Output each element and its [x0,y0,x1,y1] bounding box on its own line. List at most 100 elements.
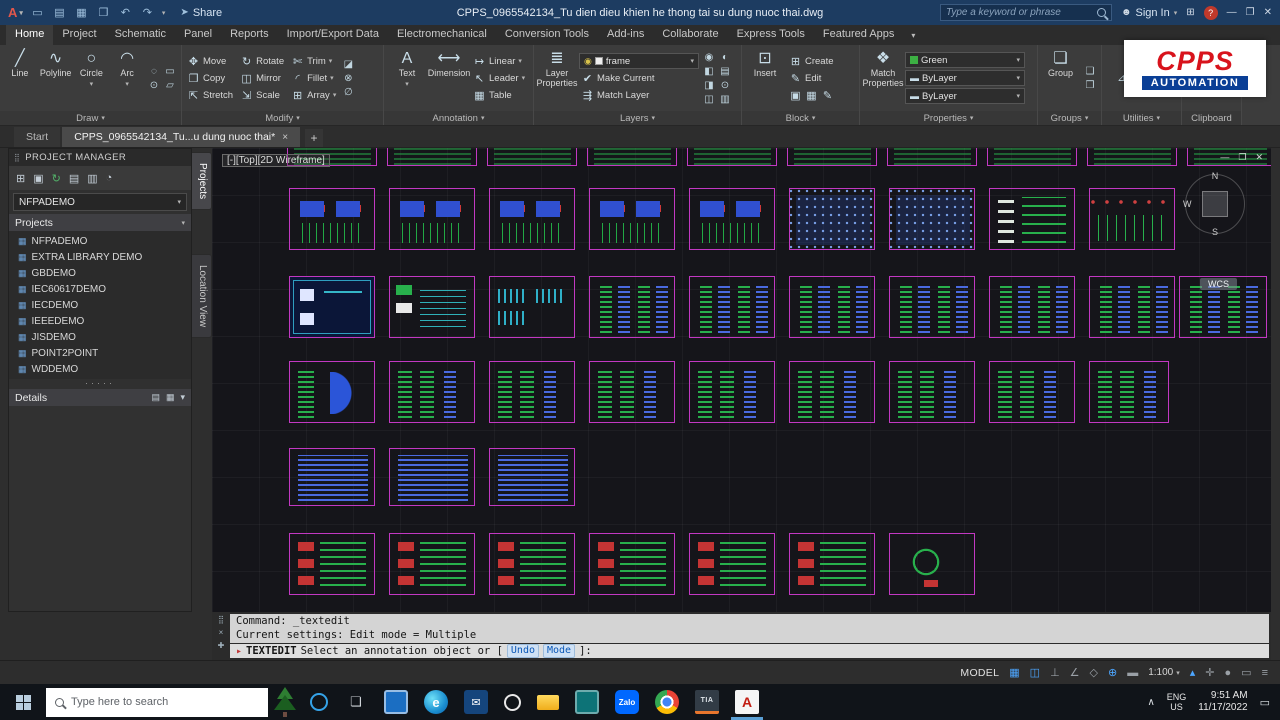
new-project-icon[interactable]: ⊞ [16,172,25,185]
draw-panel-label[interactable]: Draw ▾ [0,111,181,125]
redo-icon[interactable]: ↷ [140,6,155,19]
command-prompt[interactable]: ▸ TEXTEDIT Select an annotation object o… [230,644,1269,658]
project-item-iecdemo[interactable]: ▦ IECDEMO [9,297,191,313]
tab-active-drawing[interactable]: CPPS_0965542134_Tu...u dung nuoc thai* × [62,127,301,147]
drawing-thumbnail[interactable] [289,448,375,506]
drawing-thumbnail[interactable] [1087,148,1177,166]
language-indicator[interactable]: ENG US [1167,692,1187,712]
action-center-icon[interactable]: ▭ [1260,696,1270,709]
drawing-thumbnail[interactable] [1089,361,1169,423]
project-help-icon[interactable]: ◔ [106,172,113,184]
drawing-thumbnail[interactable] [389,533,475,595]
tray-expand-icon[interactable]: ∧ [1147,697,1154,708]
drawing-thumbnail[interactable] [289,276,375,338]
edit-block-button[interactable]: ✎ Edit [787,71,836,86]
annotation-scale-button[interactable]: 1:100 ▾ [1148,667,1180,678]
taskbar-search-input[interactable] [71,696,259,708]
drawing-thumbnail[interactable] [789,533,875,595]
viewcube-top-face[interactable] [1202,191,1228,217]
drawing-thumbnail[interactable] [989,361,1075,423]
offset-icon[interactable]: ∅ [342,87,354,98]
details-list-icon[interactable]: ▤ [151,392,160,403]
drawing-thumbnail[interactable] [289,533,375,595]
erase-icon[interactable]: ◪ [342,59,354,70]
tab-reports[interactable]: Reports [221,25,278,45]
mirror-button[interactable]: ◫ Mirror [238,71,286,86]
drawing-thumbnail[interactable] [989,276,1075,338]
wcs-badge[interactable]: WCS [1200,278,1237,290]
drawing-thumbnail[interactable] [789,361,875,423]
drawing-thumbnail[interactable] [389,361,475,423]
project-save-icon[interactable]: ▤ [69,172,79,185]
mail-app-icon[interactable]: ✉ [464,690,488,714]
project-item-extra-library-demo[interactable]: ▦ EXTRA LIBRARY DEMO [9,249,191,265]
drawing-thumbnail[interactable] [889,361,975,423]
rectangle-icon[interactable]: ▭ [164,66,176,77]
annotation-monitor-icon[interactable]: ● [1225,667,1232,679]
ortho-icon[interactable]: ⊥ [1050,666,1060,679]
trim-button[interactable]: ✄ Trim ▾ [289,54,338,69]
project-item-iec60617demo[interactable]: ▦ IEC60617DEMO [9,281,191,297]
project-item-nfpademo[interactable]: ▦ NFPADEMO [9,233,191,249]
scale-button[interactable]: ⇲ Scale [238,88,286,103]
palette-tab-projects[interactable]: Projects [192,152,212,211]
layer-freeze-icon[interactable]: ◐ [719,52,731,63]
layer-isolate-icon[interactable]: ▤ [719,66,731,77]
properties-panel-label[interactable]: Properties ▾ [860,111,1037,125]
drawing-thumbnail[interactable] [489,448,575,506]
match-layer-button[interactable]: ⇶ Match Layer [579,88,699,103]
command-close-icon[interactable]: × [219,628,224,637]
drawing-thumbnail[interactable] [689,361,775,423]
drawing-thumbnail[interactable] [489,533,575,595]
tab-conversion-tools[interactable]: Conversion Tools [496,25,598,45]
drawing-thumbnail[interactable] [687,148,777,166]
save-file-icon[interactable]: ▦ [74,6,89,19]
tab-collaborate[interactable]: Collaborate [653,25,727,45]
start-button[interactable] [0,684,46,720]
linetype-combo[interactable]: ▬ ByLayer ▾ [905,88,1025,104]
drawing-thumbnail[interactable] [1089,188,1175,250]
text-button[interactable]: A Text ▾ [387,47,427,109]
drawing-minimize-icon[interactable]: — [1220,152,1229,163]
project-settings-icon[interactable]: ▥ [87,172,97,185]
annotation-panel-label[interactable]: Annotation ▾ [384,111,533,125]
tab-project[interactable]: Project [53,25,105,45]
tab-home[interactable]: Home [6,25,54,45]
tia-portal-icon[interactable]: TIA [695,690,719,714]
project-item-wddemo[interactable]: ▦ WDDEMO [9,361,191,377]
drawing-thumbnail[interactable] [1089,276,1175,338]
open-file-icon[interactable]: ▤ [52,6,67,19]
drawing-thumbnail[interactable] [889,276,975,338]
drawing-thumbnail[interactable] [787,148,877,166]
viewcube-west[interactable]: W [1183,199,1192,209]
drawing-thumbnail[interactable] [587,148,677,166]
create-block-button[interactable]: ⊞ Create [787,54,836,69]
autocad-taskbar-icon[interactable]: A [731,690,763,720]
viewcube-north[interactable]: N [1212,171,1219,181]
drawing-canvas[interactable]: [-][Top][2D Wireframe] — ❐ ✕ N W S WCS [212,148,1271,612]
lineweight-icon[interactable]: ▬ [1127,667,1138,679]
drawing-thumbnail[interactable] [887,148,977,166]
drawing-thumbnail[interactable] [589,361,675,423]
groups-panel-label[interactable]: Groups ▾ [1038,111,1101,125]
close-tab-icon[interactable]: × [282,132,288,143]
drawing-thumbnail[interactable] [389,276,475,338]
drawing-thumbnail[interactable] [387,148,477,166]
keyword-search-input[interactable] [945,7,1092,18]
ellipse-icon[interactable]: ◌ [148,66,160,77]
object-snap-icon[interactable]: ⊕ [1108,666,1117,679]
stretch-button[interactable]: ⇱ Stretch [185,88,235,103]
drawing-thumbnail[interactable] [789,276,875,338]
viewcube-south[interactable]: S [1212,227,1218,237]
fillet-button[interactable]: ◜ Fillet ▾ [289,71,338,86]
region-icon[interactable]: ▱ [164,80,176,91]
drawing-thumbnail[interactable] [987,148,1077,166]
copy-button[interactable]: ❐ Copy [185,71,235,86]
line-button[interactable]: ╱ Line [3,47,37,109]
taskbar-search-box[interactable] [46,687,268,717]
block-attribute-icon[interactable]: ▣ [789,89,802,102]
app-menu-button[interactable]: A ▾ [8,5,23,20]
active-project-combo[interactable]: NFPADEMO ▾ [13,193,187,211]
drawing-thumbnail[interactable] [289,188,375,250]
drawing-thumbnail[interactable] [489,361,575,423]
